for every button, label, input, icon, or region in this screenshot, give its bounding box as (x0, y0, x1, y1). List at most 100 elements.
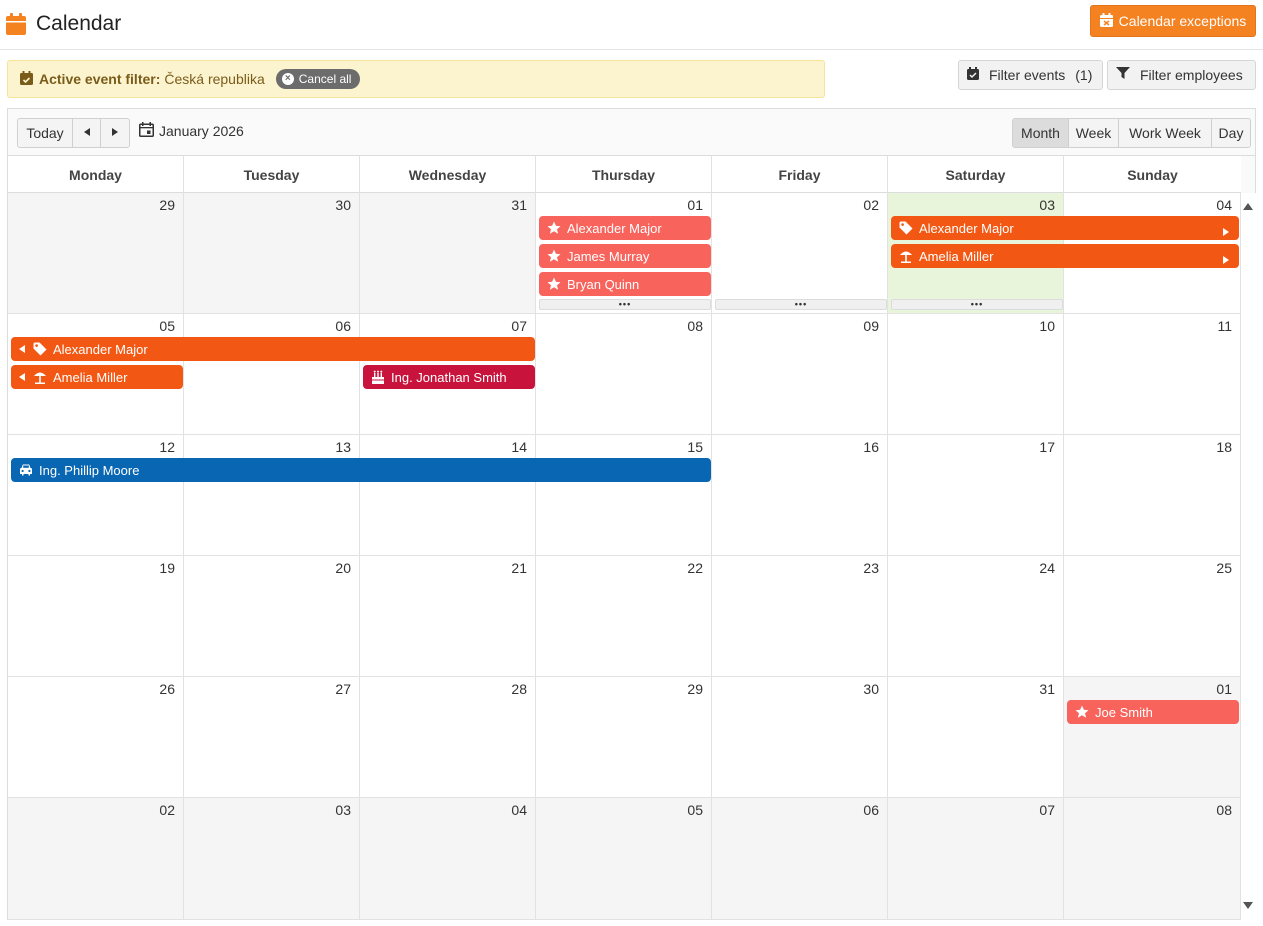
event-title: Alexander Major (919, 220, 1014, 236)
day-cell[interactable]: 30 (712, 677, 888, 798)
more-events-button[interactable]: ••• (539, 299, 711, 310)
day-number: 20 (335, 560, 351, 576)
day-cell[interactable]: 08 (536, 314, 712, 435)
day-number: 09 (863, 318, 879, 334)
filter-events-button[interactable]: Filter events (1) (958, 60, 1103, 90)
calendar-exceptions-label: Calendar exceptions (1118, 13, 1247, 29)
more-events-button[interactable]: ••• (891, 299, 1063, 310)
event-alexander-major-thu[interactable]: Alexander Major (539, 216, 711, 240)
day-number: 13 (335, 439, 351, 455)
beach-umbrella-icon (33, 370, 47, 384)
day-cell[interactable]: 15 (536, 435, 712, 556)
filter-employees-button[interactable]: Filter employees (1107, 60, 1256, 90)
event-jonathan-smith[interactable]: Ing. Jonathan Smith (363, 365, 535, 389)
continues-right-icon (1223, 252, 1229, 264)
weeks-container: 29 30 31 01 02 03 04 05 06 07 08 09 10 1… (8, 193, 1241, 920)
day-cell[interactable]: 01 (1064, 677, 1241, 798)
day-number: 04 (1216, 197, 1232, 213)
view-day-button[interactable]: Day (1212, 119, 1250, 147)
day-number: 21 (511, 560, 527, 576)
day-cell[interactable]: 16 (712, 435, 888, 556)
day-cell[interactable]: 31 (360, 193, 536, 314)
view-month-button[interactable]: Month (1013, 119, 1069, 147)
day-cell[interactable]: 06 (712, 798, 888, 920)
event-james-murray[interactable]: James Murray (539, 244, 711, 268)
filter-events-label: Filter events (989, 67, 1066, 83)
day-cell[interactable]: 26 (8, 677, 184, 798)
date-picker[interactable]: January 2026 (139, 122, 244, 140)
vertical-scrollbar[interactable] (1241, 193, 1256, 920)
filter-label: Active event filter: (39, 71, 161, 87)
day-header-thursday: Thursday (536, 156, 712, 193)
previous-button[interactable] (73, 119, 101, 147)
day-cell[interactable]: 25 (1064, 556, 1241, 677)
day-cell[interactable]: 14 (360, 435, 536, 556)
view-week-button[interactable]: Week (1069, 119, 1119, 147)
cancel-all-button[interactable]: × Cancel all (275, 69, 361, 89)
event-amelia-miller-weekend[interactable]: Amelia Miller (891, 244, 1239, 268)
day-cell[interactable]: 24 (888, 556, 1064, 677)
day-cell[interactable]: 10 (888, 314, 1064, 435)
day-number: 07 (511, 318, 527, 334)
day-cell[interactable]: 19 (8, 556, 184, 677)
day-cell[interactable]: 23 (712, 556, 888, 677)
day-cell[interactable]: 30 (184, 193, 360, 314)
day-cell[interactable]: 27 (184, 677, 360, 798)
day-number: 08 (1216, 802, 1232, 818)
event-joe-smith[interactable]: Joe Smith (1067, 700, 1239, 724)
scroll-down-icon[interactable] (1243, 896, 1253, 914)
cancel-all-label: Cancel all (298, 72, 352, 86)
today-button[interactable]: Today (18, 119, 73, 147)
day-cell[interactable]: 06 (184, 314, 360, 435)
day-number: 26 (159, 681, 175, 697)
day-cell[interactable]: 07 (888, 798, 1064, 920)
next-button[interactable] (101, 119, 129, 147)
day-header-wednesday: Wednesday (360, 156, 536, 193)
day-number: 03 (1039, 197, 1055, 213)
day-cell[interactable]: 29 (536, 677, 712, 798)
scroll-up-icon[interactable] (1243, 197, 1253, 215)
day-cell[interactable]: 08 (1064, 798, 1241, 920)
day-cell[interactable]: 20 (184, 556, 360, 677)
view-work-week-button[interactable]: Work Week (1119, 119, 1212, 147)
day-cell[interactable]: 29 (8, 193, 184, 314)
day-cell[interactable]: 02 (712, 193, 888, 314)
day-cell[interactable]: 21 (360, 556, 536, 677)
day-cell[interactable]: 18 (1064, 435, 1241, 556)
event-bryan-quinn[interactable]: Bryan Quinn (539, 272, 711, 296)
day-cell[interactable]: 31 (888, 677, 1064, 798)
day-number: 14 (511, 439, 527, 455)
event-amelia-miller-continued[interactable]: Amelia Miller (11, 365, 183, 389)
day-number: 24 (1039, 560, 1055, 576)
event-alexander-major-continued[interactable]: Alexander Major (11, 337, 535, 361)
day-number: 28 (511, 681, 527, 697)
event-alexander-major-weekend[interactable]: Alexander Major (891, 216, 1239, 240)
day-cell[interactable]: 03 (184, 798, 360, 920)
more-events-button[interactable]: ••• (715, 299, 887, 310)
day-number: 31 (1039, 681, 1055, 697)
calendar-exceptions-button[interactable]: Calendar exceptions (1090, 5, 1256, 37)
calendar-icon (139, 122, 154, 140)
tag-icon (33, 342, 47, 356)
day-cell[interactable]: 11 (1064, 314, 1241, 435)
continues-left-icon (19, 373, 27, 381)
day-number: 01 (687, 197, 703, 213)
calendar-exception-icon (1099, 12, 1113, 30)
day-cell[interactable]: 13 (184, 435, 360, 556)
filter-employees-label: Filter employees (1140, 67, 1243, 83)
page-title-wrap: Calendar (6, 12, 121, 36)
day-cell[interactable]: 05 (536, 798, 712, 920)
day-number: 30 (335, 197, 351, 213)
day-cell[interactable]: 17 (888, 435, 1064, 556)
day-cell[interactable]: 22 (536, 556, 712, 677)
event-phillip-moore[interactable]: Ing. Phillip Moore (11, 458, 711, 482)
day-cell[interactable]: 02 (8, 798, 184, 920)
calendar-check-icon (20, 70, 33, 88)
day-number: 11 (1217, 318, 1232, 334)
day-cell[interactable]: 12 (8, 435, 184, 556)
day-cell[interactable]: 04 (360, 798, 536, 920)
day-number: 04 (511, 802, 527, 818)
day-cell[interactable]: 28 (360, 677, 536, 798)
beach-umbrella-icon (899, 249, 913, 263)
day-cell[interactable]: 09 (712, 314, 888, 435)
